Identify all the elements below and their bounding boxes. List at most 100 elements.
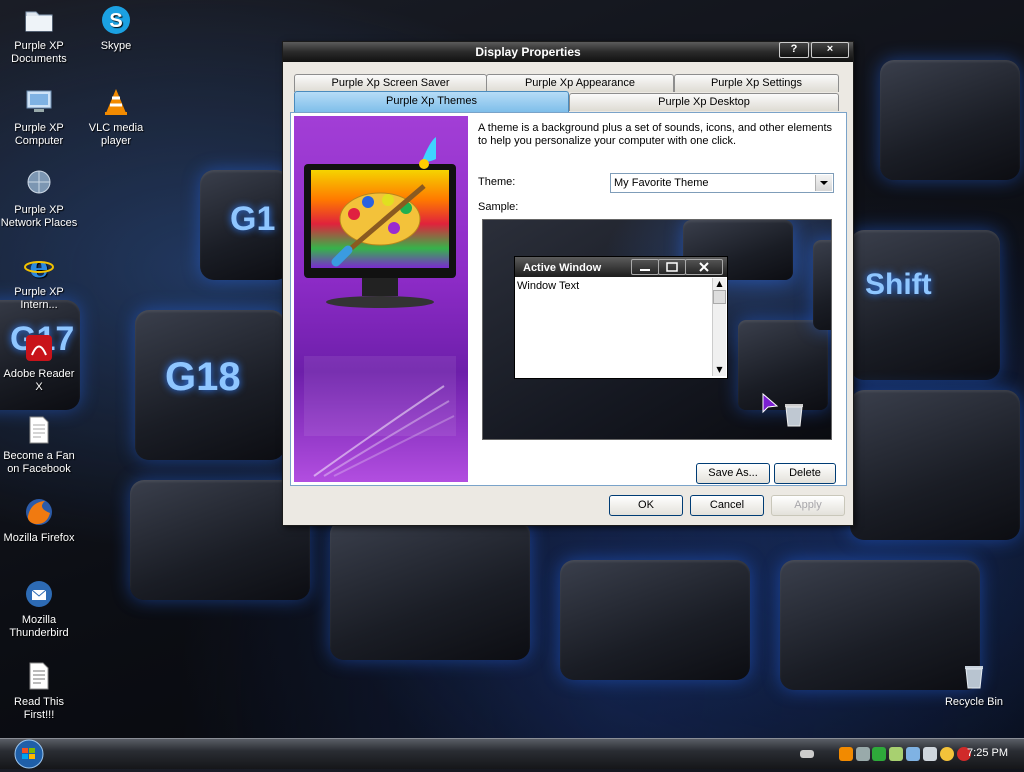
tab-appearance[interactable]: Purple Xp Appearance — [486, 74, 674, 92]
dialog-title: Display Properties — [475, 45, 581, 59]
desktop-icon-label: Purple XP Computer — [14, 122, 64, 147]
keyboard-key-g1: G1 — [200, 170, 290, 280]
display-properties-dialog: Display Properties ? × Purple Xp Screen … — [282, 41, 854, 526]
key-label: G1 — [230, 200, 276, 238]
desktop-icon-label: Mozilla Thunderbird — [9, 614, 69, 639]
tab-screen-saver[interactable]: Purple Xp Screen Saver — [294, 74, 487, 92]
adobe-reader-icon — [23, 332, 55, 364]
theme-select-value: My Favorite Theme — [614, 177, 709, 189]
remote-tray-icon[interactable] — [856, 747, 870, 761]
sample-window-titlebar: Active Window — [515, 257, 727, 277]
network-icon — [23, 168, 55, 200]
desktop-icon-firefox[interactable]: Mozilla Firefox — [0, 496, 78, 545]
scroll-thumb — [713, 290, 726, 304]
desktop-icon-documents[interactable]: Purple XP Documents — [0, 4, 78, 66]
desktop-icon-thunderbird[interactable]: Mozilla Thunderbird — [0, 578, 78, 640]
desktop-icon-computer[interactable]: Purple XP Computer — [0, 86, 78, 148]
sample-window-title: Active Window — [523, 262, 602, 274]
security-check-icon[interactable] — [872, 747, 886, 761]
desktop-icon-label: Mozilla Firefox — [3, 532, 75, 544]
sample-window-text: Window Text — [517, 280, 580, 292]
document-icon — [23, 414, 55, 446]
firefox-icon — [23, 496, 55, 528]
sample-label: Sample: — [478, 201, 519, 213]
keyboard-key-g18: G18 — [135, 310, 285, 460]
messenger-icon[interactable] — [940, 747, 954, 761]
tab-themes[interactable]: Purple Xp Themes — [294, 91, 569, 113]
keyboard-key — [880, 60, 1020, 180]
sample-active-window: Active Window Window Text ▲ ▼ — [514, 256, 728, 379]
theme-label: Theme: — [478, 176, 516, 188]
internet-explorer-icon: e — [23, 250, 55, 285]
maximize-icon — [658, 259, 686, 275]
sample-scrollbar: ▲ ▼ — [712, 278, 726, 376]
sample-key — [813, 240, 831, 330]
system-tray: 7:25 PM — [794, 739, 1024, 769]
taskbar-clock[interactable]: 7:25 PM — [967, 747, 1008, 759]
desktop-icon-label: Purple XP Documents — [11, 40, 67, 65]
monitor-palette-icon — [304, 137, 456, 477]
apply-button[interactable]: Apply — [771, 495, 845, 516]
tab-settings[interactable]: Purple Xp Settings — [674, 74, 839, 92]
cursor-arrow-icon — [761, 392, 781, 419]
key-label: G18 — [165, 355, 241, 399]
tab-desktop[interactable]: Purple Xp Desktop — [569, 93, 839, 111]
svg-text:e: e — [29, 250, 48, 282]
close-button[interactable]: × — [811, 42, 849, 58]
dialog-titlebar[interactable]: Display Properties ? × — [283, 42, 853, 62]
keyboard-key — [560, 560, 750, 680]
desktop-icon-facebook-fan[interactable]: Become a Fan on Facebook — [0, 414, 78, 476]
vlc-tray-icon[interactable] — [839, 747, 853, 761]
text-file-icon — [23, 660, 55, 692]
desktop-icon-adobe-reader[interactable]: Adobe Reader X — [0, 332, 78, 394]
windows-logo-icon — [14, 739, 44, 769]
desktop-icon-label: Adobe Reader X — [3, 368, 75, 393]
desktop-icon-internet-explorer[interactable]: e Purple XP Intern... — [0, 250, 78, 312]
theme-select[interactable]: My Favorite Theme — [610, 173, 834, 193]
themes-panel: A theme is a background plus a set of so… — [290, 112, 847, 486]
desktop-icon-network[interactable]: Purple XP Network Places — [0, 168, 78, 230]
recycle-bin-icon — [958, 660, 990, 692]
chevron-down-icon[interactable] — [815, 175, 832, 191]
desktop-icon-skype[interactable]: S Skype — [77, 4, 155, 53]
keyboard-icon[interactable] — [800, 750, 814, 758]
keyboard-key — [330, 520, 530, 660]
cancel-button[interactable]: Cancel — [690, 495, 764, 516]
desktop-icon-read-this-first[interactable]: Read This First!!! — [0, 660, 78, 722]
svg-text:S: S — [109, 10, 122, 32]
desktop-icon-label: Become a Fan on Facebook — [3, 450, 75, 475]
recycle-bin-icon — [781, 400, 807, 431]
scroll-down-arrow-icon: ▼ — [716, 365, 723, 374]
scroll-up-arrow-icon: ▲ — [716, 279, 723, 288]
desktop-icon-recycle-bin[interactable]: Recycle Bin — [935, 660, 1013, 709]
delete-button[interactable]: Delete — [774, 463, 836, 484]
help-button[interactable]: ? — [779, 42, 809, 58]
close-icon — [685, 259, 723, 275]
folder-icon — [23, 4, 55, 36]
display-tray-icon[interactable] — [906, 747, 920, 761]
computer-icon — [23, 86, 55, 118]
desktop-icon-vlc[interactable]: VLC media player — [77, 86, 155, 148]
theme-description: A theme is a background plus a set of so… — [478, 122, 833, 147]
vlc-icon — [100, 86, 132, 118]
thunderbird-icon — [23, 578, 55, 610]
start-button[interactable] — [10, 739, 48, 769]
desktop-icon-label: VLC media player — [88, 122, 144, 147]
desktop-icon-label: Skype — [100, 40, 132, 52]
volume-icon[interactable] — [923, 747, 937, 761]
sample-key — [738, 320, 828, 410]
desktop-icon-label: Purple XP Network Places — [0, 204, 78, 229]
desktop-icon-label: Purple XP Intern... — [14, 286, 64, 311]
desktop-icon-label: Read This First!!! — [14, 696, 64, 721]
keyboard-key-shift: Shift — [850, 230, 1000, 380]
save-as-button[interactable]: Save As... — [696, 463, 770, 484]
taskbar: 7:25 PM — [0, 738, 1024, 769]
key-label: Shift — [865, 268, 932, 301]
theme-preview-art — [294, 116, 468, 482]
minimize-icon — [631, 259, 659, 275]
network-tray-icon[interactable] — [889, 747, 903, 761]
keyboard-key — [850, 390, 1020, 540]
desktop-icon-label: Recycle Bin — [944, 696, 1004, 708]
ok-button[interactable]: OK — [609, 495, 683, 516]
skype-icon: S — [100, 4, 132, 36]
